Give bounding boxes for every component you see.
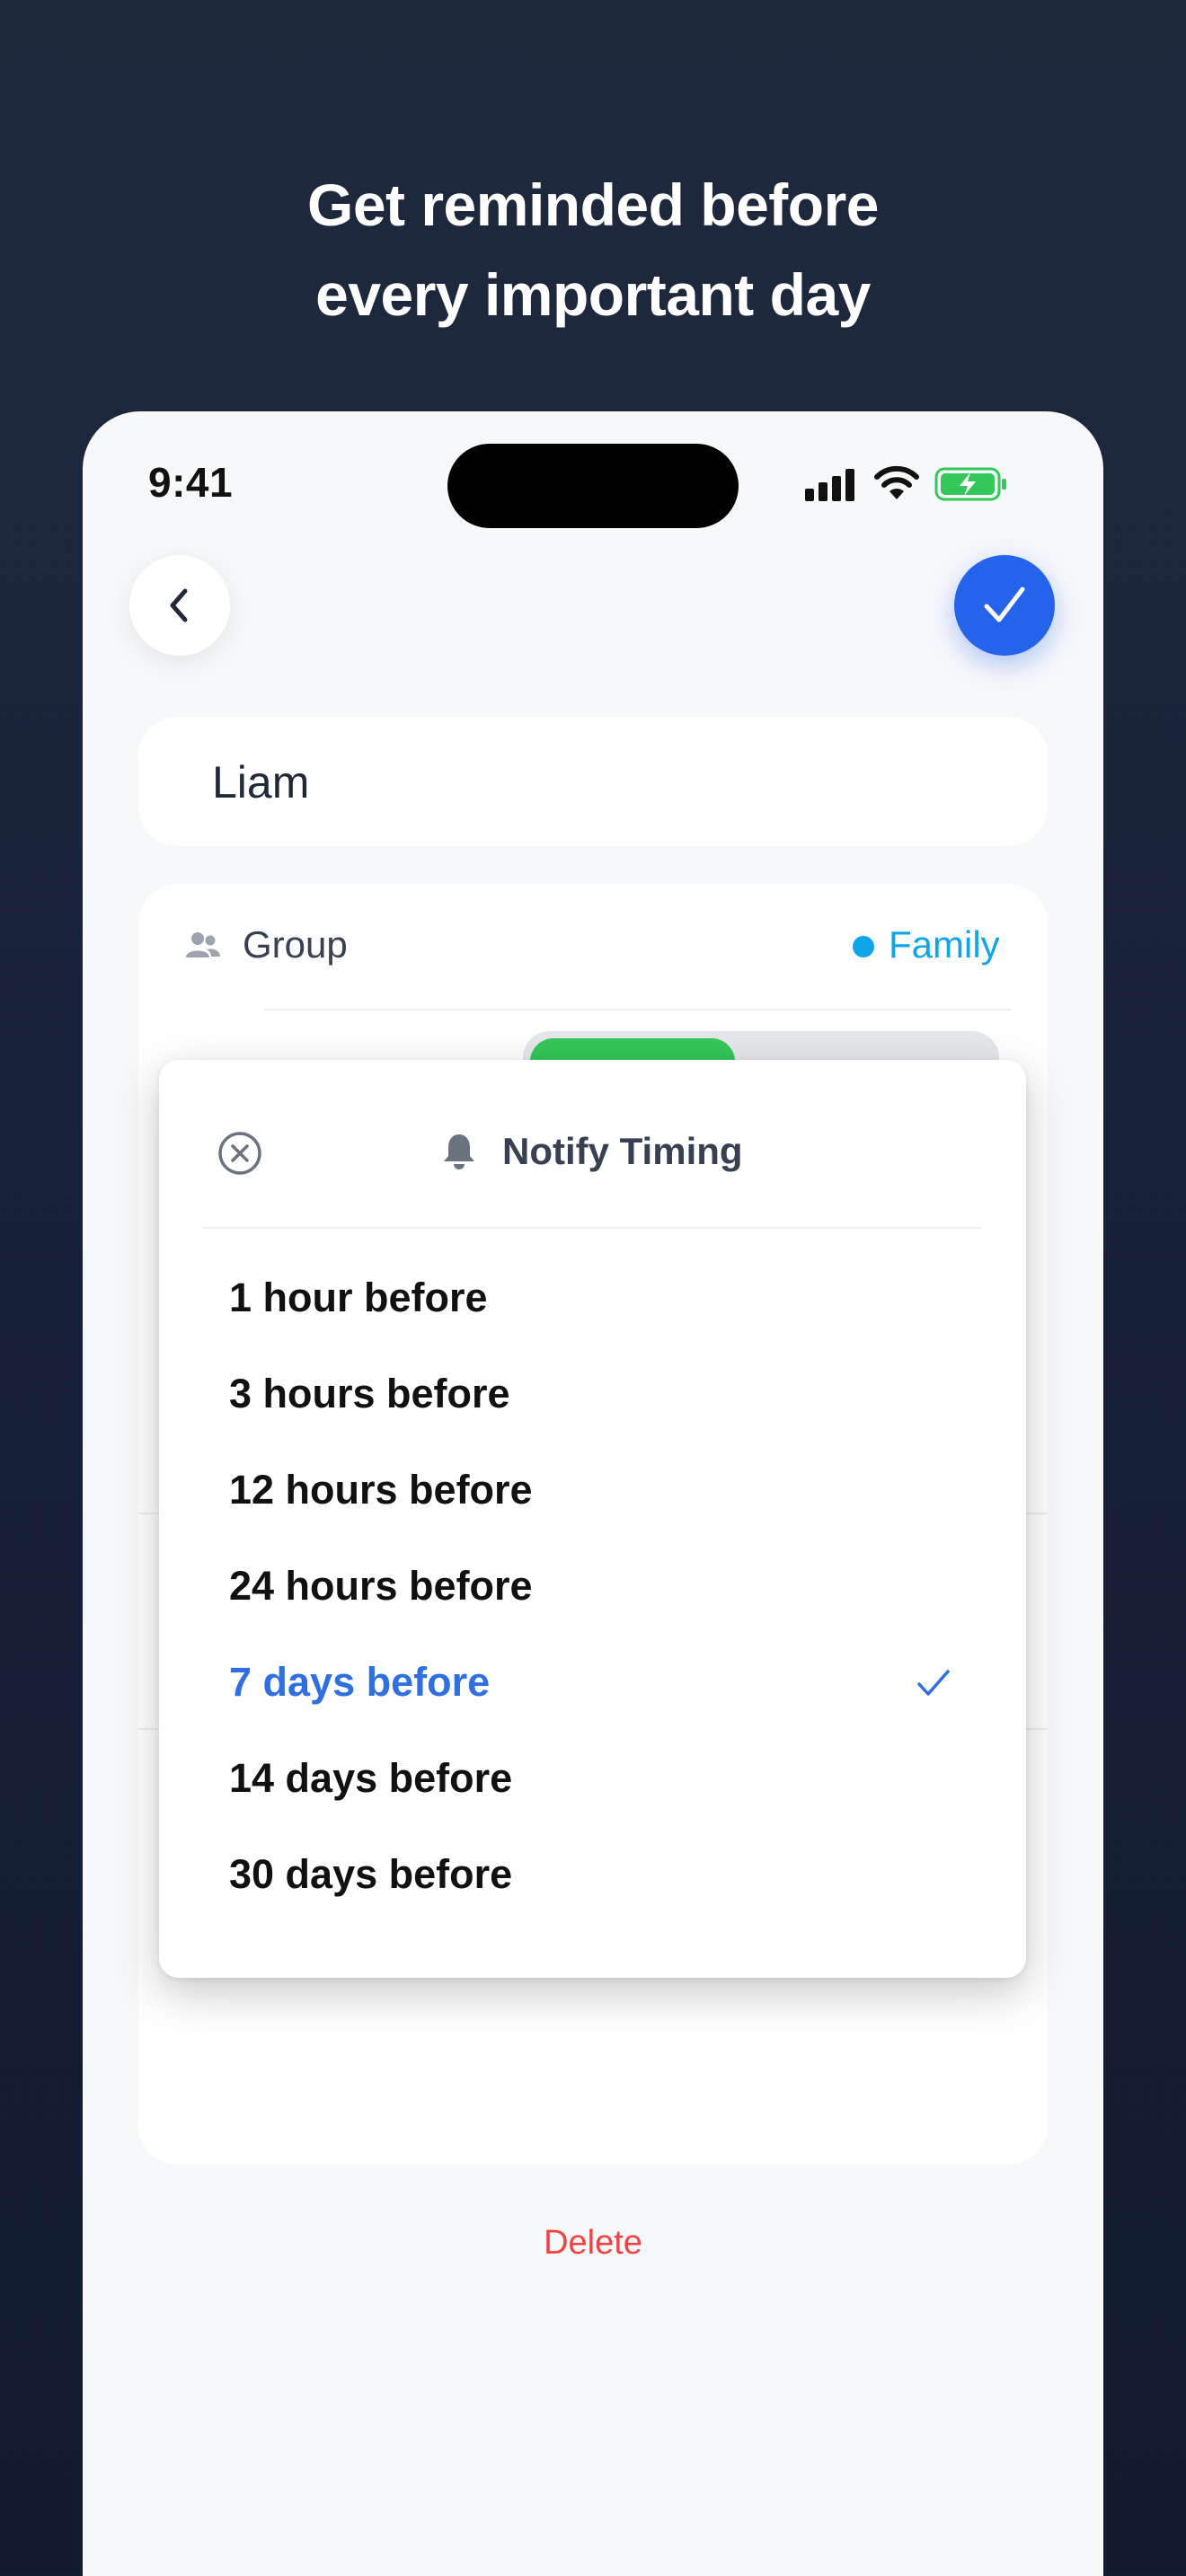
option-24-hours-before[interactable]: 24 hours before xyxy=(229,1546,966,1627)
option-7-days-before[interactable]: 7 days before xyxy=(229,1642,966,1723)
contact-name: Liam xyxy=(212,757,310,807)
status-time: 9:41 xyxy=(148,459,234,506)
checkmark-icon xyxy=(984,587,1025,622)
option-3-hours-before[interactable]: 3 hours before xyxy=(229,1354,966,1434)
option-30-days-before[interactable]: 30 days before xyxy=(229,1834,966,1915)
confirm-button[interactable] xyxy=(954,555,1055,656)
wifi-icon xyxy=(874,465,919,499)
name-field[interactable]: Liam xyxy=(138,717,1048,846)
headline-line-2: every important day xyxy=(315,261,871,328)
close-circle-icon[interactable] xyxy=(217,1130,263,1177)
marketing-headline: Get reminded before every important day xyxy=(0,160,1186,340)
group-value: Family xyxy=(889,923,1000,966)
selected-check-icon xyxy=(917,1670,950,1696)
battery-charging-icon xyxy=(934,467,1006,501)
cellular-signal-icon xyxy=(805,469,854,501)
group-row[interactable]: Group Family xyxy=(138,884,1048,1010)
popup-title: Notify Timing xyxy=(502,1130,743,1172)
delete-button[interactable]: Delete xyxy=(0,2224,1186,2263)
bell-icon xyxy=(444,1134,474,1169)
group-color-dot xyxy=(853,936,874,957)
chevron-left-icon xyxy=(170,588,188,622)
popup-divider xyxy=(202,1227,982,1229)
dynamic-island xyxy=(447,444,739,528)
row-divider xyxy=(264,1009,1012,1010)
option-14-days-before[interactable]: 14 days before xyxy=(229,1738,966,1819)
people-icon xyxy=(186,932,220,957)
notify-timing-popup: Notify Timing 1 hour before 3 hours befo… xyxy=(159,1060,1026,1978)
group-label: Group xyxy=(243,923,348,966)
option-12-hours-before[interactable]: 12 hours before xyxy=(229,1450,966,1531)
headline-line-1: Get reminded before xyxy=(307,172,879,238)
back-button[interactable] xyxy=(129,555,230,656)
option-1-hour-before[interactable]: 1 hour before xyxy=(229,1257,966,1338)
